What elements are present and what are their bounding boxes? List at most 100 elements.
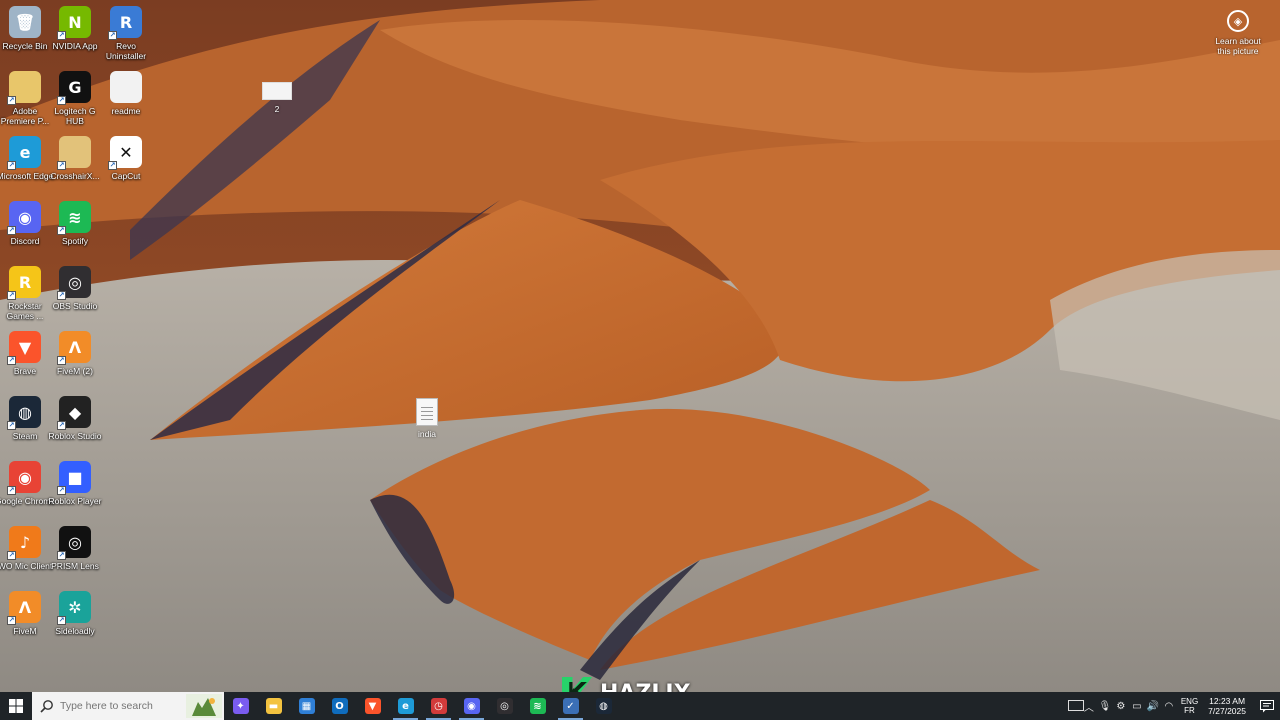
desktop-icon-spotify[interactable]: ≋ ↗ Spotify xyxy=(45,201,105,246)
shortcut-arrow-icon: ↗ xyxy=(57,226,66,235)
desktop-icon-revo-uninstaller[interactable]: R ↗ Revo Uninstaller xyxy=(96,6,156,61)
desktop-file-label: 2 xyxy=(274,104,280,114)
desktop-file-india[interactable]: india xyxy=(416,398,438,439)
file-explorer-taskbar-button[interactable]: ▬ xyxy=(257,692,290,720)
shortcut-arrow-icon: ↗ xyxy=(108,161,117,170)
shortcut-arrow-icon: ↗ xyxy=(7,616,16,625)
desktop-icon-label: FiveM (2) xyxy=(57,366,93,376)
desktop-icon-fivem[interactable]: Λ ↗ FiveM (2) xyxy=(45,331,105,376)
desktop-icon-label: Brave xyxy=(13,366,37,376)
shortcut-arrow-icon: ↗ xyxy=(7,96,16,105)
desktop-icon-label: Steam xyxy=(12,431,38,441)
headset-icon[interactable]: ◠ xyxy=(1161,692,1177,720)
desktop-icon-label: CrosshairX... xyxy=(50,171,100,181)
outlook-taskbar-button[interactable]: O xyxy=(323,692,356,720)
desktop-icon-label: Recycle Bin xyxy=(2,41,48,51)
clock-app-taskbar-icon: ◷ xyxy=(430,698,447,714)
desktop-icon-roblox-player[interactable]: ■ ↗ Roblox Player xyxy=(45,461,105,506)
desktop-icon-label: Roblox Player xyxy=(48,496,102,506)
discord-taskbar-button[interactable]: ◉ xyxy=(455,692,488,720)
sideloadly-icon: ✲ ↗ xyxy=(57,591,91,625)
desktop-icon-label: PRISM Lens xyxy=(51,561,99,571)
shortcut-arrow-icon: ↗ xyxy=(7,356,16,365)
desktop-icon-label: FiveM xyxy=(13,626,37,636)
obs-taskbar-button[interactable]: ◎ xyxy=(488,692,521,720)
clock-app-taskbar-button[interactable]: ◷ xyxy=(422,692,455,720)
brave-taskbar-button[interactable]: ▼ xyxy=(356,692,389,720)
outlook-taskbar-icon: O xyxy=(331,698,348,714)
desktop-icon-label: NVIDIA App xyxy=(52,41,98,51)
shortcut-arrow-icon: ↗ xyxy=(7,226,16,235)
microsoft-store-taskbar-button[interactable]: ▦ xyxy=(290,692,323,720)
search-icon xyxy=(40,700,53,713)
recycle-bin-icon: 🗑 xyxy=(9,6,41,38)
checklist-taskbar-button[interactable]: ✓ xyxy=(554,692,587,720)
camera-icon: ◈ xyxy=(1227,10,1249,32)
desktop-file-label: india xyxy=(418,429,436,439)
speaker-icon[interactable]: 🔊 xyxy=(1145,692,1161,720)
spotify-taskbar-button[interactable]: ≋ xyxy=(521,692,554,720)
taskbar-pinned-apps: ✦ ▬ ▦ O ▼ e ◷ ◉ ◎ ≋ ✓ ◍ xyxy=(224,692,620,720)
nvidia-icon: N ↗ xyxy=(57,6,91,40)
steam-icon: ◍ ↗ xyxy=(7,396,41,430)
taskbar-search-box[interactable] xyxy=(32,692,224,720)
shortcut-arrow-icon: ↗ xyxy=(7,486,16,495)
file-explorer-taskbar-icon: ▬ xyxy=(265,698,282,714)
shortcut-arrow-icon: ↗ xyxy=(57,291,66,300)
desktop-icon-prism-lens[interactable]: ◎ ↗ PRISM Lens xyxy=(45,526,105,571)
search-highlight-icon xyxy=(186,694,222,718)
edge-taskbar-icon: e xyxy=(397,698,414,714)
clock-date: 7/27/2025 xyxy=(1208,706,1246,716)
roblox-studio-icon: ◆ ↗ xyxy=(57,396,91,430)
learn-about-picture-label: Learn about this picture xyxy=(1215,36,1261,56)
edge-taskbar-button[interactable]: e xyxy=(389,692,422,720)
copilot-taskbar-button[interactable]: ✦ xyxy=(224,692,257,720)
network-icon[interactable]: ▭ xyxy=(1129,692,1145,720)
discord-icon: ◉ ↗ xyxy=(7,201,41,235)
shortcut-arrow-icon: ↗ xyxy=(57,96,66,105)
chrome-icon: ◉ ↗ xyxy=(7,461,41,495)
steam-taskbar-button[interactable]: ◍ xyxy=(587,692,620,720)
notification-button[interactable] xyxy=(1254,692,1280,720)
desktop-file-2[interactable]: 2 xyxy=(262,82,292,114)
desktop-wallpaper xyxy=(0,0,1280,692)
desktop-icon-roblox-studio[interactable]: ◆ ↗ Roblox Studio xyxy=(45,396,105,441)
notification-icon xyxy=(1260,699,1274,712)
desktop-icon-label: Roblox Studio xyxy=(48,431,102,441)
roblox-player-icon: ■ ↗ xyxy=(57,461,91,495)
revo-uninstaller-icon: R ↗ xyxy=(108,6,142,40)
spotify-taskbar-icon: ≋ xyxy=(529,698,546,714)
shortcut-arrow-icon: ↗ xyxy=(57,31,66,40)
system-tray: ︿ 🎙 ⚙ ▭ 🔊 ◠ ENG FR 12:23 AM 7/27/2025 xyxy=(1081,692,1280,720)
shortcut-arrow-icon: ↗ xyxy=(57,356,66,365)
discord-taskbar-icon: ◉ xyxy=(463,698,480,714)
desktop-icon-label: CapCut xyxy=(111,171,141,181)
desktop-icon-text-file[interactable]: readme xyxy=(96,71,156,116)
desktop-icon-label: readme xyxy=(111,106,141,116)
shortcut-arrow-icon: ↗ xyxy=(7,291,16,300)
desktop-icon-label: Discord xyxy=(10,236,40,246)
checklist-taskbar-icon: ✓ xyxy=(562,698,579,714)
desktop-icon-label: Spotify xyxy=(62,236,88,246)
obs-taskbar-icon: ◎ xyxy=(496,698,513,714)
desktop-icon-sideloadly[interactable]: ✲ ↗ Sideloadly xyxy=(45,591,105,636)
search-input[interactable] xyxy=(60,700,180,712)
language-indicator[interactable]: ENG FR xyxy=(1181,697,1198,715)
copilot-taskbar-icon: ✦ xyxy=(232,698,249,714)
desktop-icon-label: Revo Uninstaller xyxy=(105,41,147,61)
learn-about-picture[interactable]: ◈ Learn about this picture xyxy=(1208,10,1268,56)
desktop-icon-obs[interactable]: ◎ ↗ OBS Studio xyxy=(45,266,105,311)
crosshairx-icon: ↗ xyxy=(57,136,91,170)
shortcut-arrow-icon: ↗ xyxy=(7,551,16,560)
shortcut-arrow-icon: ↗ xyxy=(7,161,16,170)
shortcut-arrow-icon: ↗ xyxy=(57,421,66,430)
settings-tray-icon[interactable]: ⚙ xyxy=(1113,692,1129,720)
touch-keyboard-icon[interactable] xyxy=(1068,700,1084,711)
clock[interactable]: 12:23 AM 7/27/2025 xyxy=(1208,696,1246,716)
desktop-icon-capcut[interactable]: ✕ ↗ CapCut xyxy=(96,136,156,181)
start-button[interactable] xyxy=(0,692,32,720)
language-bottom: FR xyxy=(1184,706,1195,715)
microsoft-store-taskbar-icon: ▦ xyxy=(298,698,315,714)
logitech-g-icon: G ↗ xyxy=(57,71,91,105)
microphone-icon[interactable]: 🎙 xyxy=(1097,692,1113,720)
